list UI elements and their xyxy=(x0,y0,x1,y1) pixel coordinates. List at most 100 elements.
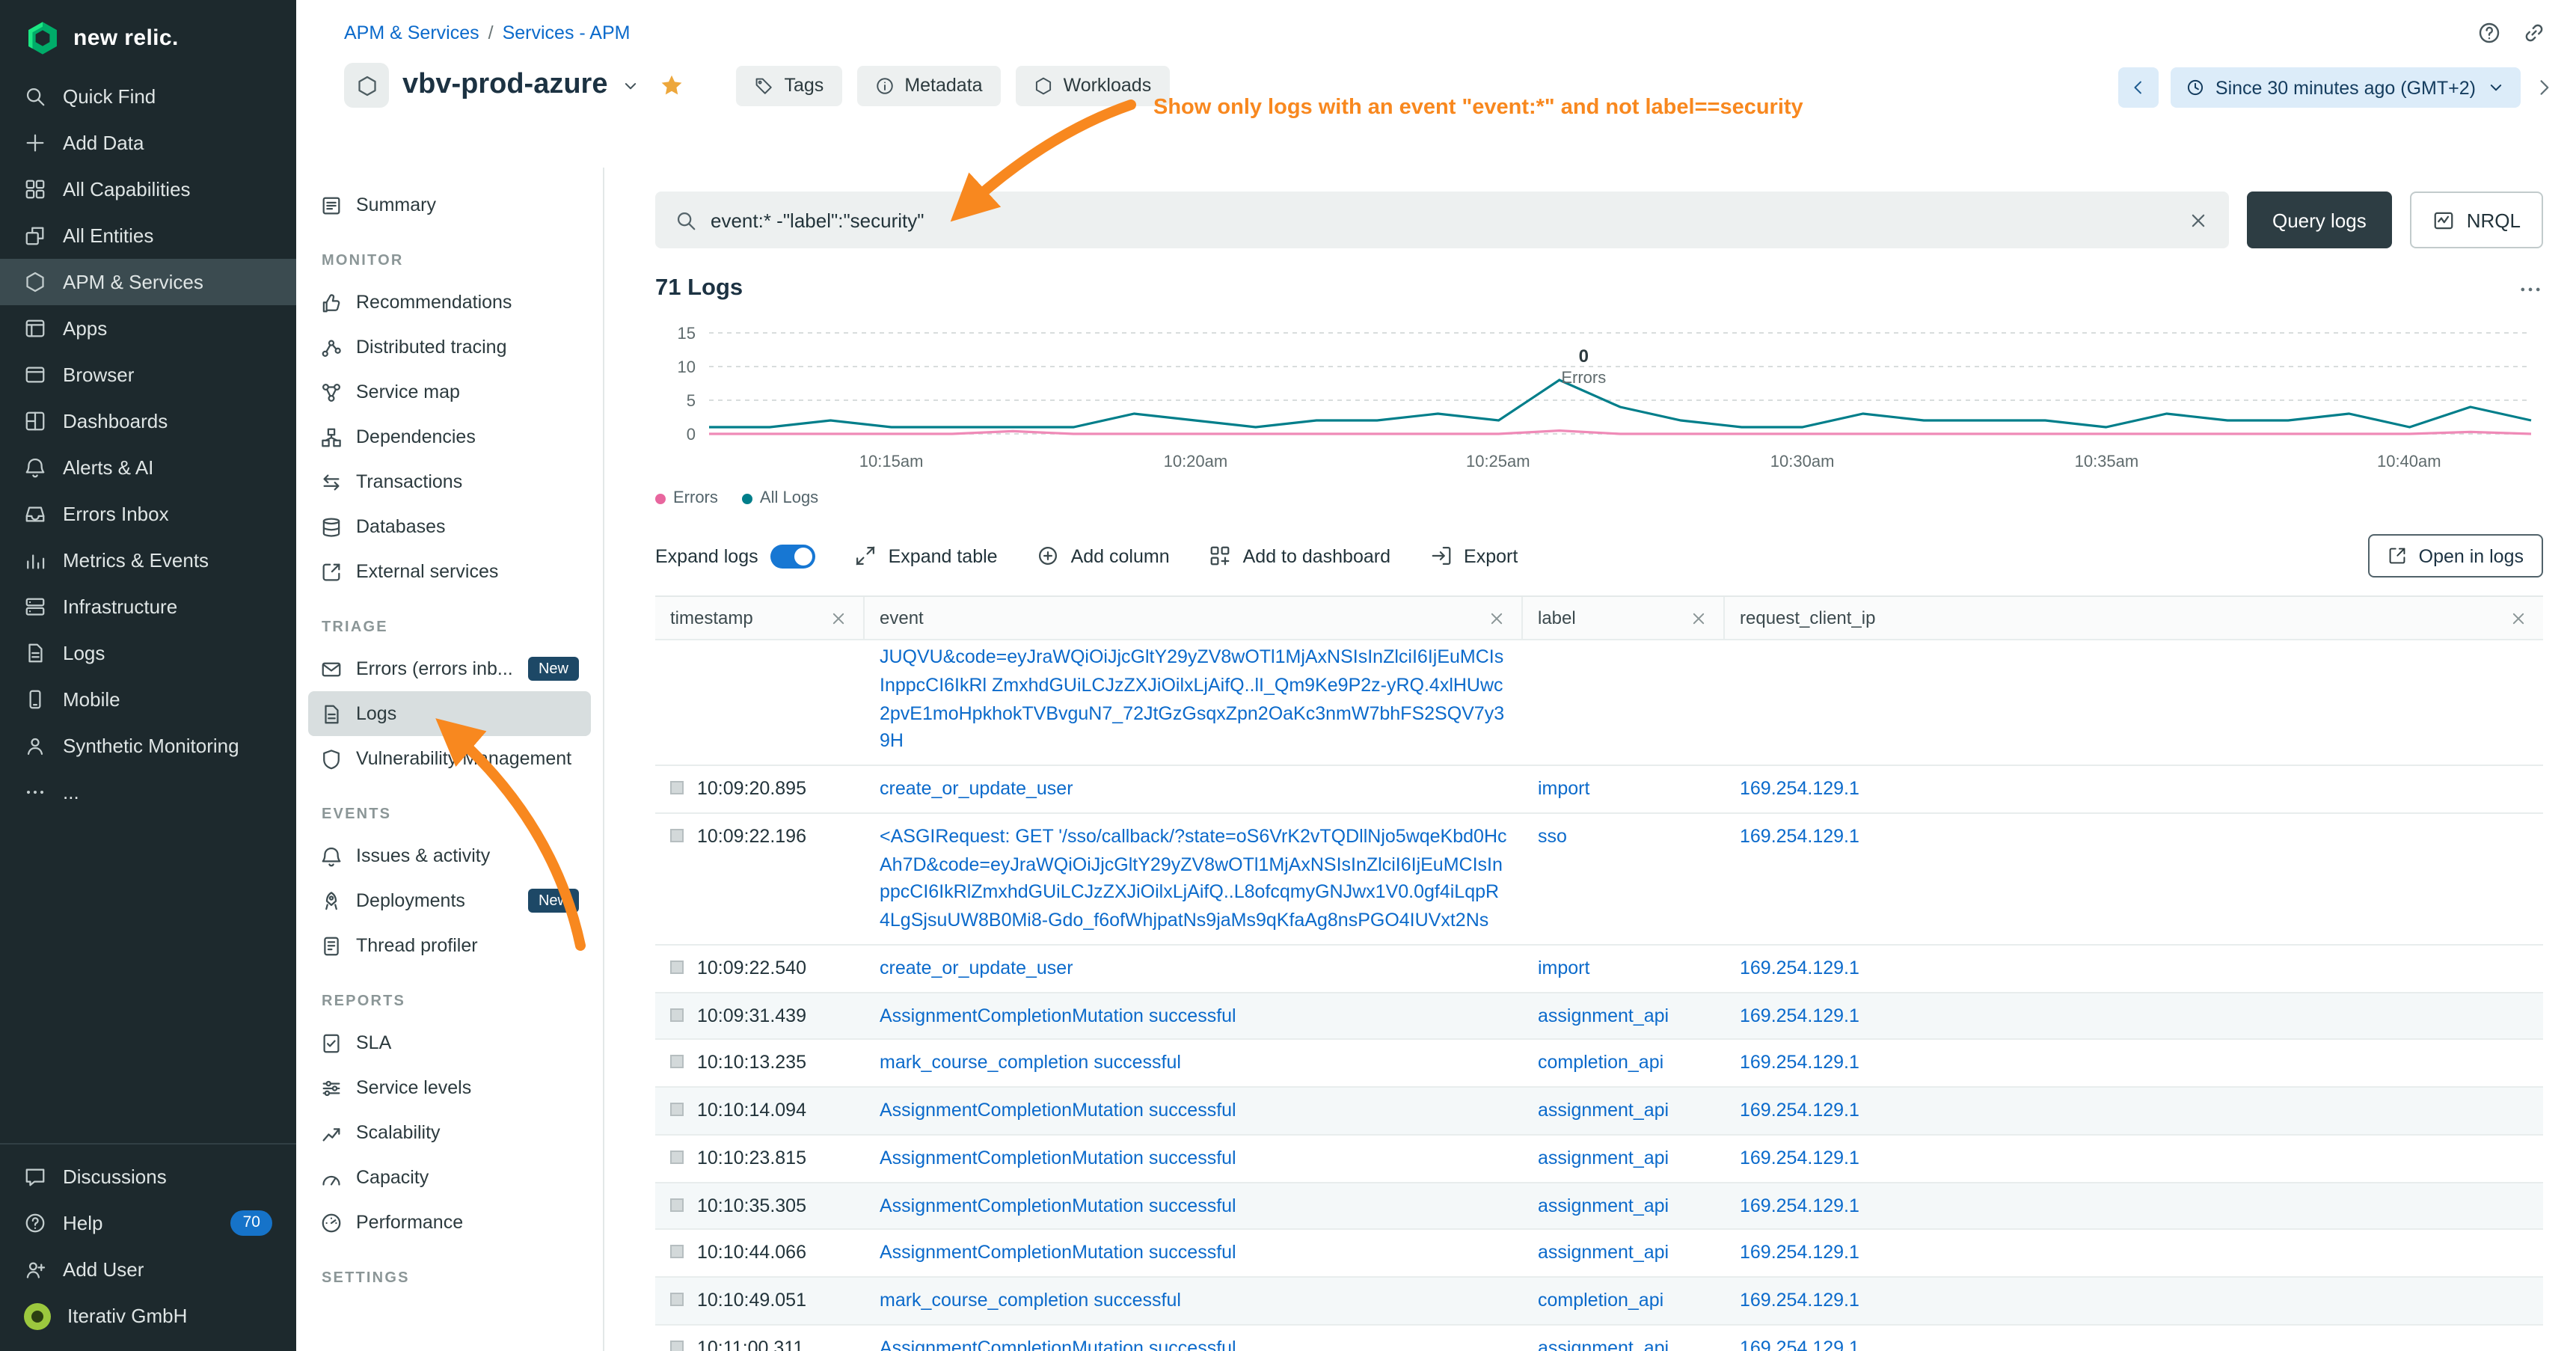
log-label-link[interactable]: assignment_api xyxy=(1538,1243,1669,1263)
subnav-item-databases[interactable]: Databases xyxy=(308,504,591,549)
tags-button[interactable]: Tags xyxy=(737,65,842,105)
subnav-item-sla[interactable]: SLA xyxy=(308,1020,591,1065)
column-header-label[interactable]: label xyxy=(1523,597,1725,639)
subnav-item-capacity[interactable]: Capacity xyxy=(308,1155,591,1200)
subnav-item-recommendations[interactable]: Recommendations xyxy=(308,280,591,325)
global-nav-item-mobile[interactable]: Mobile xyxy=(0,676,296,723)
row-marker-icon[interactable] xyxy=(670,1246,684,1259)
log-ip-link[interactable]: 169.254.129.1 xyxy=(1740,1053,1859,1073)
log-row[interactable]: 10:10:35.305AssignmentCompletionMutation… xyxy=(655,1183,2543,1231)
subnav-item-distributed-tracing[interactable]: Distributed tracing xyxy=(308,325,591,370)
log-ip-link[interactable]: 169.254.129.1 xyxy=(1740,1100,1859,1121)
more-options-icon[interactable] xyxy=(2518,276,2543,301)
breadcrumb-services-apm[interactable]: Services - APM xyxy=(503,22,631,43)
log-label-link[interactable]: import xyxy=(1538,778,1589,799)
subnav-item-thread-profiler[interactable]: Thread profiler xyxy=(308,923,591,968)
log-event-link[interactable]: create_or_update_user xyxy=(880,958,1073,978)
row-marker-icon[interactable] xyxy=(670,1198,684,1211)
subnav-item-transactions[interactable]: Transactions xyxy=(308,459,591,504)
favorite-star-icon[interactable] xyxy=(660,73,684,97)
log-row[interactable]: JUQVU&code=eyJraWQiOiJjcGltY29yZV8wOTl1M… xyxy=(655,640,2543,766)
log-event-link[interactable]: AssignmentCompletionMutation successful xyxy=(880,1195,1236,1216)
log-event-link[interactable]: JUQVU&code=eyJraWQiOiJjcGltY29yZV8wOTl1M… xyxy=(880,646,1504,752)
log-event-link[interactable]: AssignmentCompletionMutation successful xyxy=(880,1100,1236,1121)
log-row[interactable]: 10:10:14.094AssignmentCompletionMutation… xyxy=(655,1088,2543,1136)
log-label-link[interactable]: import xyxy=(1538,958,1589,978)
subnav-item-logs[interactable]: Logs xyxy=(308,691,591,736)
log-label-link[interactable]: assignment_api xyxy=(1538,1148,1669,1168)
global-nav-item-apm-services[interactable]: APM & Services xyxy=(0,259,296,305)
global-nav-item-browser[interactable]: Browser xyxy=(0,352,296,398)
log-row[interactable]: 10:09:31.439AssignmentCompletionMutation… xyxy=(655,993,2543,1041)
expand-logs-toggle[interactable] xyxy=(770,544,815,568)
log-ip-link[interactable]: 169.254.129.1 xyxy=(1740,1148,1859,1168)
log-event-link[interactable]: AssignmentCompletionMutation successful xyxy=(880,1148,1236,1168)
workloads-button[interactable]: Workloads xyxy=(1016,65,1170,105)
log-event-link[interactable]: <ASGIRequest: GET '/sso/callback/?state=… xyxy=(880,826,1507,931)
entity-name[interactable]: vbv-prod-azure xyxy=(402,69,608,102)
log-label-link[interactable]: assignment_api xyxy=(1538,1338,1669,1351)
permalink-icon[interactable] xyxy=(2522,21,2546,45)
column-header-request-client-ip[interactable]: request_client_ip xyxy=(1725,597,2543,639)
global-nav-item-discussions[interactable]: Discussions xyxy=(0,1154,296,1200)
subnav-item-issues-activity[interactable]: Issues & activity xyxy=(308,833,591,878)
time-back-button[interactable] xyxy=(2118,67,2159,108)
global-nav-item-iterativ-gmbh[interactable]: Iterativ GmbH xyxy=(0,1293,296,1339)
subnav-item-vulnerability-management[interactable]: Vulnerability Management xyxy=(308,736,591,781)
row-marker-icon[interactable] xyxy=(670,1103,684,1116)
add-to-dashboard-button[interactable]: Add to dashboard xyxy=(1209,545,1390,567)
global-nav-item-more[interactable]: ... xyxy=(0,769,296,815)
global-nav-item-help[interactable]: Help70 xyxy=(0,1200,296,1246)
log-ip-link[interactable]: 169.254.129.1 xyxy=(1740,1195,1859,1216)
subnav-item-service-map[interactable]: Service map xyxy=(308,370,591,414)
log-label-link[interactable]: completion_api xyxy=(1538,1053,1663,1073)
subnav-item-performance[interactable]: Performance xyxy=(308,1200,591,1245)
log-ip-link[interactable]: 169.254.129.1 xyxy=(1740,958,1859,978)
log-label-link[interactable]: completion_api xyxy=(1538,1290,1663,1311)
clear-query-icon[interactable] xyxy=(2187,209,2209,231)
remove-column-request-client-ip-icon[interactable] xyxy=(2509,608,2528,628)
log-ip-link[interactable]: 169.254.129.1 xyxy=(1740,1005,1859,1026)
global-nav-item-all-capabilities[interactable]: All Capabilities xyxy=(0,166,296,212)
log-ip-link[interactable]: 169.254.129.1 xyxy=(1740,1290,1859,1311)
expand-logs-control[interactable]: Expand logs xyxy=(655,544,815,568)
log-label-link[interactable]: assignment_api xyxy=(1538,1005,1669,1026)
subnav-item-deployments[interactable]: DeploymentsNew xyxy=(308,878,591,923)
subnav-item-errors-errors-inb[interactable]: Errors (errors inb...New xyxy=(308,646,591,691)
subnav-item-service-levels[interactable]: Service levels xyxy=(308,1065,591,1110)
global-nav-item-synthetic-monitoring[interactable]: Synthetic Monitoring xyxy=(0,723,296,769)
log-event-link[interactable]: create_or_update_user xyxy=(880,778,1073,799)
time-forward-icon[interactable] xyxy=(2533,76,2555,99)
legend-all-logs[interactable]: All Logs xyxy=(742,489,818,507)
log-row[interactable]: 10:11:00.311AssignmentCompletionMutation… xyxy=(655,1326,2543,1351)
remove-column-event-icon[interactable] xyxy=(1487,608,1506,628)
log-ip-link[interactable]: 169.254.129.1 xyxy=(1740,778,1859,799)
logs-query-input[interactable]: event:* -"label":"security" xyxy=(655,192,2229,248)
log-row[interactable]: 10:09:20.895create_or_update_userimport1… xyxy=(655,766,2543,814)
subnav-item-summary[interactable]: Summary xyxy=(308,183,591,227)
row-marker-icon[interactable] xyxy=(670,1008,684,1021)
subnav-item-dependencies[interactable]: Dependencies xyxy=(308,414,591,459)
column-header-timestamp[interactable]: timestamp xyxy=(655,597,865,639)
open-in-logs-button[interactable]: Open in logs xyxy=(2368,534,2543,578)
column-header-event[interactable]: event xyxy=(865,597,1523,639)
global-nav-item-add-user[interactable]: Add User xyxy=(0,1246,296,1293)
global-nav-item-infrastructure[interactable]: Infrastructure xyxy=(0,583,296,630)
help-circle-icon[interactable] xyxy=(2477,21,2501,45)
expand-table-button[interactable]: Expand table xyxy=(854,545,998,567)
log-event-link[interactable]: AssignmentCompletionMutation successful xyxy=(880,1243,1236,1263)
nrql-button[interactable]: NRQL xyxy=(2410,192,2543,248)
add-column-button[interactable]: Add column xyxy=(1037,545,1170,567)
global-nav-item-quick-find[interactable]: Quick Find xyxy=(0,73,296,120)
subnav-item-scalability[interactable]: Scalability xyxy=(308,1110,591,1155)
global-nav-item-alerts-ai[interactable]: Alerts & AI xyxy=(0,444,296,491)
remove-column-timestamp-icon[interactable] xyxy=(829,608,848,628)
global-nav-item-dashboards[interactable]: Dashboards xyxy=(0,398,296,444)
newrelic-logo[interactable]: new relic. xyxy=(0,0,296,73)
global-nav-item-logs[interactable]: Logs xyxy=(0,630,296,676)
row-marker-icon[interactable] xyxy=(670,829,684,842)
global-nav-item-all-entities[interactable]: All Entities xyxy=(0,212,296,259)
remove-column-label-icon[interactable] xyxy=(1689,608,1708,628)
global-nav-item-add-data[interactable]: Add Data xyxy=(0,120,296,166)
row-marker-icon[interactable] xyxy=(670,961,684,974)
